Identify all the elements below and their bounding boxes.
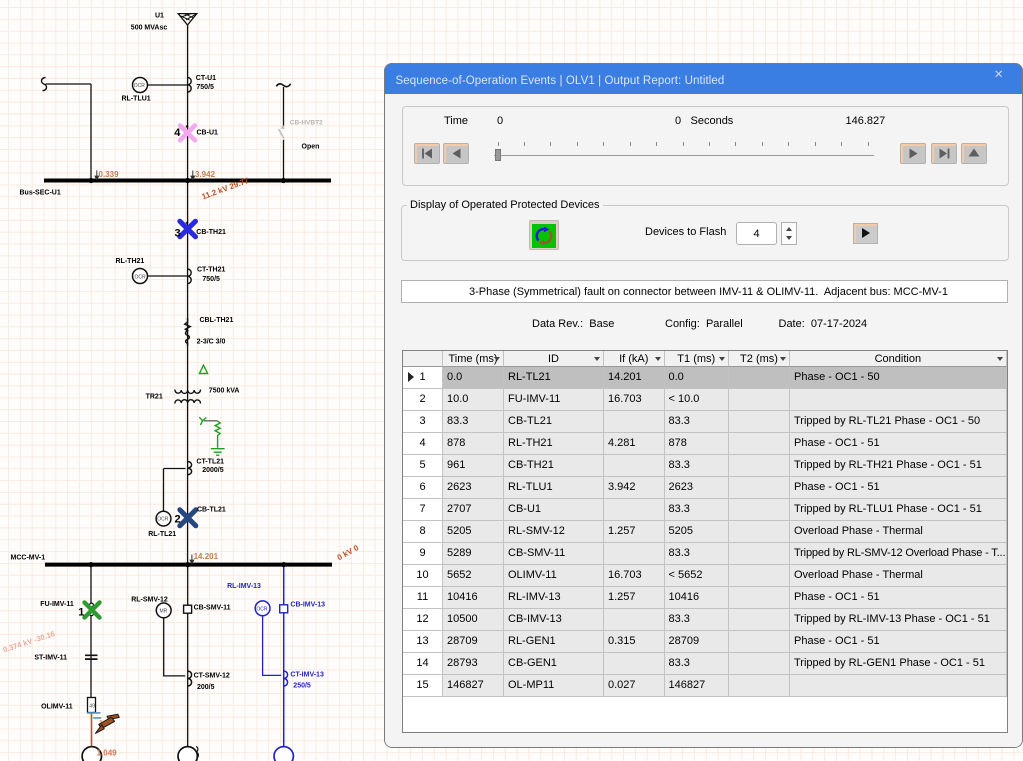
svg-text:CB-HVBT2: CB-HVBT2	[290, 120, 323, 127]
svg-text:MCC-MV-1: MCC-MV-1	[11, 555, 46, 562]
svg-text:CT-TL21: CT-TL21	[196, 459, 224, 466]
svg-text:0.374 kV -30.16: 0.374 kV -30.16	[2, 629, 56, 654]
svg-text:CT-SMV-12: CT-SMV-12	[194, 673, 230, 680]
svg-text:CB-U1: CB-U1	[197, 129, 218, 136]
svg-text:14.201: 14.201	[194, 552, 219, 561]
svg-text:2: 2	[175, 514, 181, 526]
svg-text:49: 49	[89, 704, 95, 710]
svg-text:500 MVAsc: 500 MVAsc	[131, 25, 168, 32]
svg-text:RL-TH21: RL-TH21	[116, 258, 145, 265]
svg-text:Open: Open	[302, 144, 320, 151]
svg-text:OLIMV-11: OLIMV-11	[41, 704, 73, 711]
svg-text:750/5: 750/5	[202, 276, 220, 283]
svg-text:CB-SMV-11: CB-SMV-11	[194, 605, 231, 612]
svg-text:CT-TH21: CT-TH21	[197, 267, 226, 274]
svg-text:OCR: OCR	[256, 606, 268, 612]
svg-text:2000/5: 2000/5	[202, 467, 224, 474]
svg-text:ST-IMV-11: ST-IMV-11	[34, 655, 67, 662]
svg-text:TR21: TR21	[146, 394, 163, 401]
svg-text:U1: U1	[155, 13, 164, 20]
svg-text:CB-IMV-13: CB-IMV-13	[290, 602, 325, 609]
svg-text:250/5: 250/5	[293, 683, 311, 690]
svg-text:200/5: 200/5	[197, 684, 215, 691]
svg-text:*: *	[186, 123, 189, 132]
svg-text:CT-IMV-13: CT-IMV-13	[290, 672, 324, 679]
svg-text:FU-IMV-11: FU-IMV-11	[40, 601, 74, 608]
svg-text:RL-IMV-13: RL-IMV-13	[227, 583, 261, 590]
svg-text:0.339: 0.339	[99, 170, 120, 179]
svg-text:7500 kVA: 7500 kVA	[209, 388, 240, 395]
svg-text:*: *	[186, 220, 189, 229]
svg-text:CB-TH21: CB-TH21	[196, 229, 226, 236]
svg-text:RL-SMV-12: RL-SMV-12	[131, 597, 168, 604]
svg-text:3: 3	[175, 228, 181, 240]
svg-text:Bus-SEC-U1: Bus-SEC-U1	[20, 190, 61, 197]
svg-text:OCR: OCR	[134, 83, 146, 89]
svg-text:CBL-TH21: CBL-TH21	[200, 317, 234, 324]
svg-text:RL-TLU1: RL-TLU1	[122, 96, 151, 103]
svg-text:0 kV 0: 0 kV 0	[336, 543, 361, 562]
svg-text:1: 1	[78, 607, 84, 619]
svg-text:OCR: OCR	[135, 275, 147, 281]
svg-text:3.942: 3.942	[195, 170, 216, 179]
svg-text:1.049: 1.049	[97, 749, 118, 758]
svg-text:CB-TL21: CB-TL21	[197, 507, 226, 514]
svg-text:MR: MR	[160, 609, 168, 615]
svg-text:OCR: OCR	[157, 517, 169, 523]
svg-text:2-3/C 3/0: 2-3/C 3/0	[197, 339, 226, 346]
svg-text:750/5: 750/5	[196, 84, 214, 91]
svg-text:4: 4	[174, 127, 181, 139]
svg-text:CT-U1: CT-U1	[196, 75, 216, 82]
svg-text:RL-TL21: RL-TL21	[148, 531, 176, 538]
